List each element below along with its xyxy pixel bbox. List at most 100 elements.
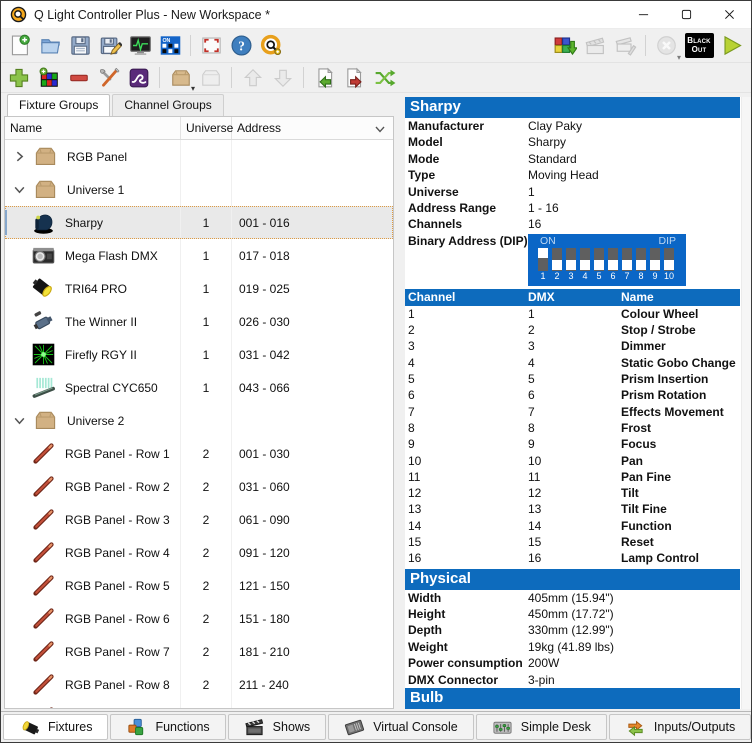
fullscreen-icon: [200, 34, 223, 57]
maximize-button[interactable]: [665, 1, 708, 28]
tree-row-tri64-pro[interactable]: TRI64 PRO1019 - 025: [5, 272, 393, 305]
fixture-properties-button[interactable]: [95, 65, 122, 90]
panel-splitter[interactable]: [394, 93, 405, 709]
tree-row-rgb-panel-row-7[interactable]: RGB Panel - Row 72181 - 210: [5, 635, 393, 668]
open-workspace-button[interactable]: [36, 32, 64, 59]
fixture-info-scrollbar[interactable]: [741, 97, 751, 709]
svg-text:?: ?: [238, 38, 245, 53]
mode-tab-fixtures[interactable]: Fixtures: [3, 714, 108, 740]
add-rgb-panel-button[interactable]: [35, 65, 62, 90]
tree-row-rgb-panel-row-2[interactable]: RGB Panel - Row 22031 - 060: [5, 470, 393, 503]
tree-row-rgb-panel-row-1[interactable]: RGB Panel - Row 12001 - 030: [5, 437, 393, 470]
save-workspace-button[interactable]: [66, 32, 94, 59]
tree-cell-address: 091 - 120: [232, 536, 393, 569]
channel-header-channel: Channel: [405, 289, 528, 306]
property-label: Channels: [405, 216, 528, 232]
tree-row-rgb-panel[interactable]: RGB Panel: [5, 140, 393, 173]
save-as-button[interactable]: [96, 32, 124, 59]
channel-name: Dimmer: [621, 338, 740, 354]
channel-number: 10: [405, 453, 528, 469]
property-row: Depth330mm (12.99"): [405, 622, 740, 638]
address-tool-button[interactable]: ON: [156, 32, 184, 59]
chevron-right-icon[interactable]: [13, 150, 26, 163]
tree-row-rgb-panel-row-4[interactable]: RGB Panel - Row 42091 - 120: [5, 536, 393, 569]
stop-all-functions-button[interactable]: ▾: [652, 32, 680, 59]
maximize-icon: [681, 9, 692, 20]
add-rgb-panel-icon: [38, 67, 60, 89]
dip-switch-on: [538, 248, 548, 271]
tree-row-the-winner-ii[interactable]: The Winner II1026 - 030: [5, 305, 393, 338]
add-group-button[interactable]: ▾: [167, 65, 194, 90]
property-value: Clay Paky: [528, 118, 740, 134]
tree-row-rgb-panel-row-5[interactable]: RGB Panel - Row 52121 - 150: [5, 569, 393, 602]
moving-head-icon: [31, 210, 56, 235]
chevron-down-icon[interactable]: [13, 183, 26, 196]
column-header-name[interactable]: Name: [5, 117, 181, 139]
channel-row: 88Frost: [405, 420, 740, 436]
dmx-dump-button[interactable]: [551, 32, 579, 59]
fixture-info-panel: SharpyManufacturerClay PakyModelSharpyMo…: [405, 97, 751, 709]
tree-row-mega-flash-dmx[interactable]: Mega Flash DMX1017 - 018: [5, 239, 393, 272]
property-row: Height450mm (17.72"): [405, 606, 740, 622]
dropdown-caret-icon: ▾: [677, 54, 681, 62]
remove-fixture-button[interactable]: [65, 65, 92, 90]
operate-mode-button[interactable]: [718, 32, 746, 59]
mode-tab-simple-desk[interactable]: Simple Desk: [476, 714, 607, 740]
close-button[interactable]: [708, 1, 751, 28]
titlebar[interactable]: Q Light Controller Plus - New Workspace …: [1, 1, 751, 29]
help-button[interactable]: ?: [227, 32, 255, 59]
import-fixtures-button[interactable]: [311, 65, 338, 90]
property-value: Moving Head: [528, 167, 740, 183]
fixture-editor-button[interactable]: [125, 65, 152, 90]
live-edit-vc-button[interactable]: [611, 32, 639, 59]
tree-row-rgb-panel-row-9[interactable]: RGB Panel - Row 92241 - 270: [5, 701, 393, 708]
about-button[interactable]: [257, 32, 285, 59]
new-workspace-button[interactable]: [6, 32, 34, 59]
dip-dip-label: DIP: [658, 235, 676, 248]
minimize-button[interactable]: [622, 1, 665, 28]
fixture-toolbar: ▾: [1, 63, 751, 93]
channel-row: 1313Tilt Fine: [405, 501, 740, 517]
dmx-number: 11: [528, 469, 621, 485]
tree-cell-address: 121 - 150: [232, 569, 393, 602]
ungroup-button[interactable]: [197, 65, 224, 90]
mode-tab-inputs-outputs[interactable]: Inputs/Outputs: [609, 714, 751, 740]
channel-number: 14: [405, 518, 528, 534]
move-down-button[interactable]: [269, 65, 296, 90]
dmx-number: 5: [528, 371, 621, 387]
tree-row-universe-2[interactable]: Universe 2: [5, 404, 393, 437]
move-up-button[interactable]: [239, 65, 266, 90]
remap-fixtures-button[interactable]: [371, 65, 398, 90]
dmx-monitor-button[interactable]: [126, 32, 154, 59]
mode-tab-functions[interactable]: Functions: [110, 714, 225, 740]
tree-row-label: Firefly RGY II: [65, 348, 137, 362]
blackout-button[interactable]: BlackOut: [682, 32, 716, 59]
tree-row-spectral-cyc650[interactable]: Spectral CYC6501043 - 066: [5, 371, 393, 404]
header-chevron-down-icon[interactable]: [374, 123, 386, 135]
channel-row: 1010Pan: [405, 453, 740, 469]
column-header-address[interactable]: Address: [232, 117, 393, 139]
tree-cell-name: RGB Panel - Row 9: [5, 701, 181, 708]
column-header-universe[interactable]: Universe: [181, 117, 232, 139]
export-fixtures-button[interactable]: [341, 65, 368, 90]
tree-row-sharpy[interactable]: Sharpy1001 - 016: [5, 206, 393, 239]
tree-cell-universe: 1: [181, 338, 232, 371]
tree-row-rgb-panel-row-3[interactable]: RGB Panel - Row 32061 - 090: [5, 503, 393, 536]
dip-switch-off: [636, 248, 646, 271]
tree-row-rgb-panel-row-8[interactable]: RGB Panel - Row 82211 - 240: [5, 668, 393, 701]
tree-row-rgb-panel-row-6[interactable]: RGB Panel - Row 62151 - 180: [5, 602, 393, 635]
tree-row-firefly-rgy-ii[interactable]: Firefly RGY II1031 - 042: [5, 338, 393, 371]
mode-tab-virtual-console[interactable]: Virtual Console: [328, 714, 474, 740]
bulb-section-header: Bulb: [405, 688, 740, 709]
tab-channel-groups[interactable]: Channel Groups: [112, 94, 223, 116]
chevron-down-icon[interactable]: [13, 414, 26, 427]
add-fixture-button[interactable]: [5, 65, 32, 90]
ledstrip-icon: [31, 441, 56, 466]
channel-row: 1212Tilt: [405, 485, 740, 501]
fullscreen-button[interactable]: [197, 32, 225, 59]
tab-fixture-groups[interactable]: Fixture Groups: [7, 94, 110, 116]
mode-tab-shows[interactable]: Shows: [228, 714, 327, 740]
channel-row: 11Colour Wheel: [405, 306, 740, 322]
tree-row-universe-1[interactable]: Universe 1: [5, 173, 393, 206]
live-edit-function-button[interactable]: [581, 32, 609, 59]
